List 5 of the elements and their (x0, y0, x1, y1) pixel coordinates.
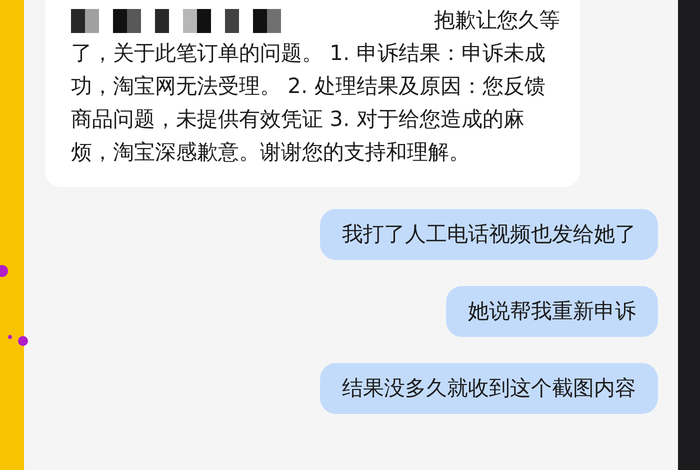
message-text: 了，关于此笔订单的问题。 1. 申诉结果：申诉未成功，淘宝网无法受理。 2. 处理结果及原因：您反馈商品问题，未提供有效凭证 3. 对于给您造成的麻烦，淘宝深感歉意。谢谢您的支持和理解。 (71, 40, 546, 166)
message-text: 抱歉让您久等 (434, 7, 560, 34)
outgoing-message-bubble: 结果没多久就收到这个截图内容 (320, 363, 658, 414)
outgoing-message-bubble: 我打了人工电话视频也发给她了 (320, 209, 658, 260)
outgoing-message-bubble: 她说帮我重新申诉 (446, 286, 658, 337)
